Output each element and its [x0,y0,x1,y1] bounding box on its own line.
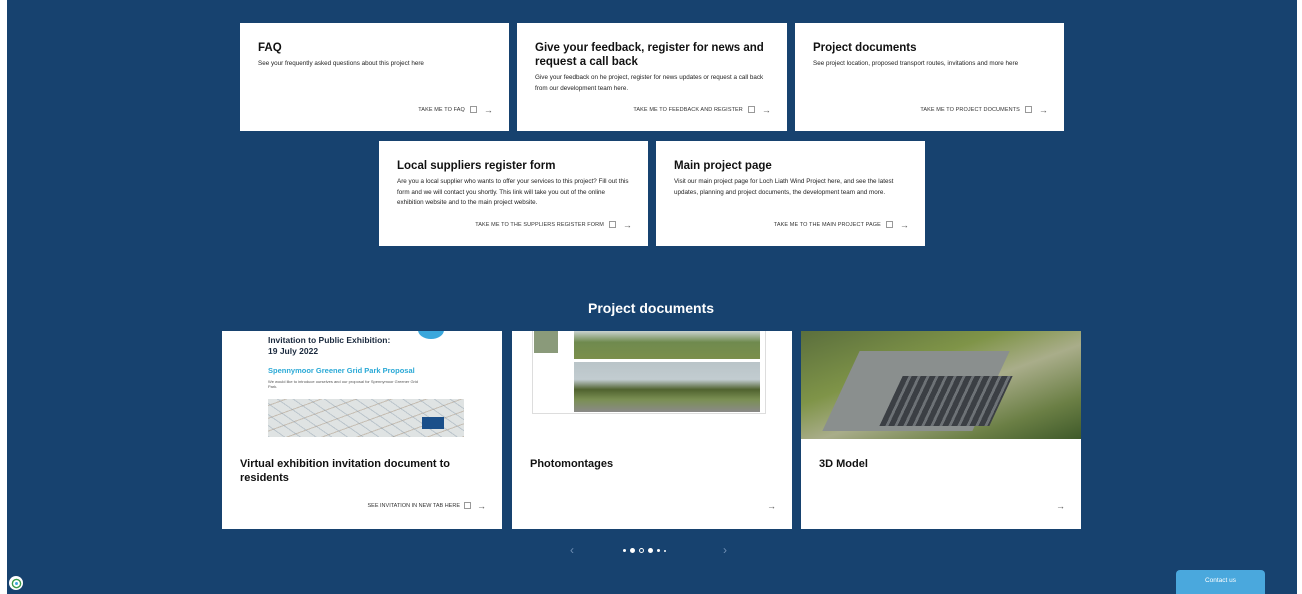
card-title: Give your feedback, register for news an… [535,42,764,68]
external-link-icon [469,106,477,113]
faq-card[interactable]: FAQ See your frequently asked questions … [240,23,509,131]
thumb-text: We would like to introduce ourselves and… [268,379,419,389]
card-body: See project location, proposed transport… [813,60,1019,67]
external-link-icon [747,106,755,113]
photo-panorama-bottom [574,362,760,412]
link-label: SEE INVITATION IN NEW TAB HERE [367,502,461,509]
feedback-card[interactable]: Give your feedback, register for news an… [517,23,787,131]
leaf-logo-icon [11,578,21,588]
photo-small [534,331,558,353]
link-label: TAKE ME TO THE MAIN PROJECT PAGE [773,221,881,228]
chevron-right-icon[interactable]: › [723,543,727,557]
carousel-dot[interactable] [648,548,653,553]
arrow-right-icon: → [622,219,632,230]
carousel-dots [623,548,666,553]
carousel-dot[interactable] [630,548,635,553]
link-label: TAKE ME TO FEEDBACK AND REGISTER [633,106,743,113]
thumb-heading: Invitation to Public Exhibition: 19 July… [268,335,390,357]
card-body: Give your feedback on he project, regist… [535,74,764,92]
suppliers-card[interactable]: Local suppliers register form Are you a … [379,141,648,246]
section-title: Project documents [587,300,715,316]
arrow-right-icon: → [761,104,771,115]
carousel-pager: ‹ › [0,543,1302,557]
thumb-subheading: Spennymoor Greener Grid Park Proposal [268,366,415,375]
card-body: Visit our main project page for Loch Lia… [674,178,894,196]
feedback-link[interactable]: TAKE ME TO FEEDBACK AND REGISTER → [633,104,771,115]
arrow-right-icon: → [483,104,493,115]
contact-us-button[interactable]: Contact us [1176,570,1265,594]
document-title: 3D Model [819,458,868,470]
card-body: Are you a local supplier who wants to of… [397,178,629,206]
3d-model-thumbnail [801,331,1081,439]
external-link-icon [608,221,616,228]
card-title: Main project page [674,160,772,172]
invitation-thumbnail: Invitation to Public Exhibition: 19 July… [222,331,502,439]
external-link-icon [885,221,893,228]
photo-panorama-top [574,331,760,359]
site-logo-icon[interactable] [9,576,23,590]
logo-circle-shape [418,331,444,339]
external-link-icon [464,502,471,509]
carousel-dot-active[interactable] [639,548,644,553]
main-project-link[interactable]: TAKE ME TO THE MAIN PROJECT PAGE → [773,219,909,230]
arrow-right-icon: → [1056,501,1065,511]
arrow-right-icon: → [899,219,909,230]
suppliers-link[interactable]: TAKE ME TO THE SUPPLIERS REGISTER FORM → [475,219,632,230]
photomontages-link[interactable]: → [763,501,776,511]
invitation-link[interactable]: SEE INVITATION IN NEW TAB HERE → [367,500,487,511]
chevron-left-icon[interactable]: ‹ [570,543,574,557]
photomontages-thumbnail [512,331,792,439]
faq-link[interactable]: TAKE ME TO FAQ → [418,104,493,115]
carousel-dot[interactable] [664,549,666,552]
arrow-right-icon: → [767,501,776,511]
document-card-invitation[interactable]: Invitation to Public Exhibition: 19 July… [222,331,502,529]
document-card-3d-model[interactable]: 3D Model → [801,331,1081,529]
document-title: Virtual exhibition invitation document t… [240,458,451,484]
link-label: TAKE ME TO PROJECT DOCUMENTS [920,106,1020,113]
project-documents-card[interactable]: Project documents See project location, … [795,23,1064,131]
project-documents-link[interactable]: TAKE ME TO PROJECT DOCUMENTS → [920,104,1048,115]
carousel-dot[interactable] [623,549,626,552]
3d-model-link[interactable]: → [1052,501,1065,511]
external-link-icon [1024,106,1032,113]
thumb-heading-line1: Invitation to Public Exhibition: [268,335,391,345]
card-title: Local suppliers register form [397,160,556,172]
card-title: FAQ [258,42,282,54]
battery-rows-shape [879,376,1013,426]
thumb-heading-line2: 19 July 2022 [268,346,319,356]
arrow-right-icon: → [477,500,486,511]
card-body: See your frequently asked questions abou… [258,60,424,67]
carousel-dot[interactable] [657,549,660,552]
main-project-card[interactable]: Main project page Visit our main project… [656,141,925,246]
card-title: Project documents [813,42,917,54]
link-label: TAKE ME TO FAQ [418,106,465,113]
arrow-right-icon: → [1038,104,1048,115]
link-label: TAKE ME TO THE SUPPLIERS REGISTER FORM [475,221,604,228]
document-card-photomontages[interactable]: Photomontages → [512,331,792,529]
document-title: Photomontages [530,458,614,470]
map-pin-label [422,417,444,429]
